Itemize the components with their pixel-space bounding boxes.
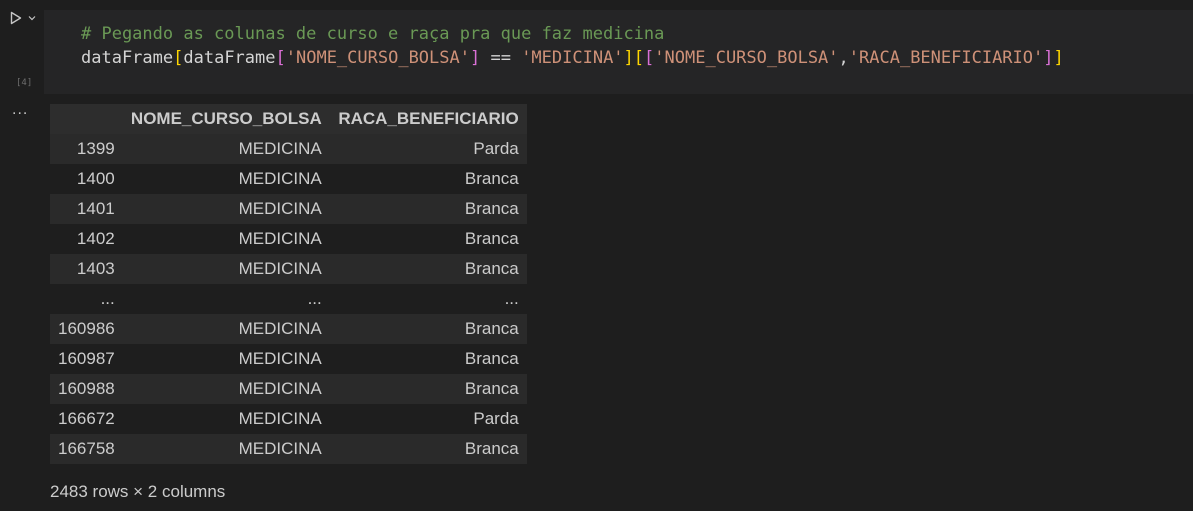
table-cell: MEDICINA xyxy=(238,199,322,218)
column-header-nome-curso-bolsa: NOME_CURSO_BOLSA xyxy=(122,104,330,134)
table-cell: Branca xyxy=(464,319,519,338)
table-row: 160988 MEDICINA Branca xyxy=(50,374,527,404)
code-string: 'NOME_CURSO_BOLSA' xyxy=(285,48,470,68)
row-index: 1401 xyxy=(76,199,115,218)
table-row: 1400 MEDICINA Branca xyxy=(50,164,527,194)
code-comment: # Pegando as colunas de curso e raça pra… xyxy=(81,24,665,44)
table-cell: MEDICINA xyxy=(238,169,322,188)
table-row: 160986 MEDICINA Branca xyxy=(50,314,527,344)
table-cell: Branca xyxy=(464,229,519,248)
table-cell: MEDICINA xyxy=(238,379,322,398)
table-row: 160987 MEDICINA Branca xyxy=(50,344,527,374)
table-row: 1403 MEDICINA Branca xyxy=(50,254,527,284)
code-comma: , xyxy=(838,48,849,68)
code-cell-editor[interactable]: # Pegando as colunas de curso e raça pra… xyxy=(44,10,1193,94)
table-row: 1402 MEDICINA Branca xyxy=(50,224,527,254)
table-cell: Branca xyxy=(464,199,519,218)
table-cell: MEDICINA xyxy=(238,259,322,278)
table-cell: MEDICINA xyxy=(238,349,322,368)
table-cell: Parda xyxy=(473,409,519,428)
execution-count: [4] xyxy=(16,78,33,88)
index-header xyxy=(50,104,123,134)
table-cell: MEDICINA xyxy=(238,439,322,458)
row-index: ... xyxy=(100,289,115,308)
code-string: 'MEDICINA' xyxy=(521,48,624,68)
row-index: 160988 xyxy=(58,379,115,398)
table-header-row: NOME_CURSO_BOLSA RACA_BENEFICIARIO xyxy=(50,104,527,134)
table-cell: Branca xyxy=(464,169,519,188)
table-cell: Branca xyxy=(464,259,519,278)
row-index: 1402 xyxy=(76,229,115,248)
code-string: 'NOME_CURSO_BOLSA' xyxy=(654,48,839,68)
table-cell: ... xyxy=(504,289,519,308)
row-index: 160986 xyxy=(58,319,115,338)
table-cell: MEDICINA xyxy=(238,319,322,338)
row-index: 166672 xyxy=(58,409,115,428)
table-cell: ... xyxy=(307,289,322,308)
code-string: 'RACA_BENEFICIARIO' xyxy=(848,48,1044,68)
row-index: 1403 xyxy=(76,259,115,278)
dataframe-table: NOME_CURSO_BOLSA RACA_BENEFICIARIO 1399 M… xyxy=(50,104,527,464)
table-cell: Branca xyxy=(464,379,519,398)
code-identifier: dataFrame xyxy=(81,48,174,68)
table-row: ......... xyxy=(50,284,527,314)
code-identifier: dataFrame xyxy=(183,48,276,68)
row-index: 166758 xyxy=(58,439,115,458)
table-row: 1399 MEDICINA Parda xyxy=(50,134,527,164)
table-cell: Branca xyxy=(464,439,519,458)
table-cell: MEDICINA xyxy=(238,409,322,428)
row-index: 1399 xyxy=(76,139,115,158)
table-row: 166672 MEDICINA Parda xyxy=(50,404,527,434)
code-operator: == xyxy=(480,48,522,68)
row-index: 1400 xyxy=(76,169,115,188)
table-row: 1401 MEDICINA Branca xyxy=(50,194,527,224)
table-row: 166758 MEDICINA Branca xyxy=(50,434,527,464)
play-icon[interactable] xyxy=(10,11,22,25)
dataframe-shape-label: 2483 rows × 2 columns xyxy=(50,482,226,501)
table-cell: Parda xyxy=(473,139,519,158)
table-cell: MEDICINA xyxy=(238,139,322,158)
code-text: # Pegando as colunas de curso e raça pra… xyxy=(81,24,1064,68)
row-index: 160987 xyxy=(58,349,115,368)
run-cell-button[interactable] xyxy=(10,11,36,25)
column-header-raca-beneficiario: RACA_BENEFICIARIO xyxy=(329,104,527,134)
table-cell: Branca xyxy=(464,349,519,368)
table-cell: MEDICINA xyxy=(238,229,322,248)
output-menu-icon[interactable]: ... xyxy=(12,101,28,119)
chevron-down-icon[interactable] xyxy=(28,15,36,21)
